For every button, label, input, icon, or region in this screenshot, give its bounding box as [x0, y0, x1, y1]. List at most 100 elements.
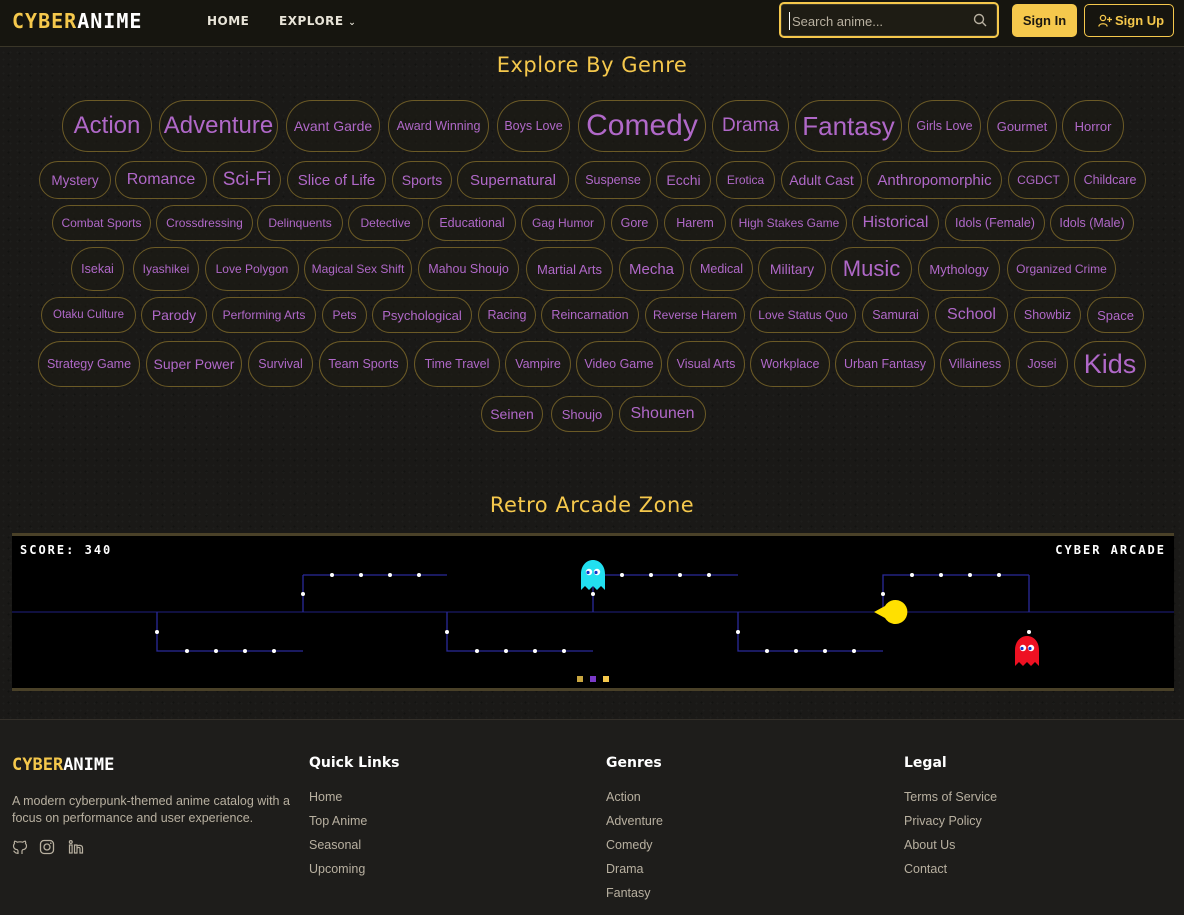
genre-pill[interactable]: Idols (Female) [945, 205, 1045, 241]
genre-pill[interactable]: Fantasy [795, 100, 902, 152]
footer-logo[interactable]: CYBERANIME [12, 755, 114, 775]
nav-explore[interactable]: EXPLORE ⌄ [279, 14, 356, 28]
footer-link[interactable]: Home [309, 790, 342, 804]
genre-pill[interactable]: CGDCT [1008, 161, 1069, 199]
genre-pill[interactable]: Girls Love [908, 100, 981, 152]
sign-in-button[interactable]: Sign In [1012, 4, 1077, 37]
sign-up-button[interactable]: Sign Up [1084, 4, 1174, 37]
genre-pill[interactable]: Survival [248, 341, 313, 387]
genre-pill[interactable]: High Stakes Game [731, 205, 847, 241]
genre-pill[interactable]: Samurai [862, 297, 929, 333]
footer-link[interactable]: Seasonal [309, 838, 361, 852]
footer-link[interactable]: Drama [606, 862, 644, 876]
genre-pill[interactable]: Performing Arts [212, 297, 316, 333]
footer-link[interactable]: About Us [904, 838, 955, 852]
genre-pill[interactable]: Time Travel [414, 341, 500, 387]
linkedin-icon[interactable] [68, 839, 84, 855]
genre-pill[interactable]: Harem [664, 205, 726, 241]
genre-pill[interactable]: Pets [322, 297, 367, 333]
search-icon[interactable] [973, 13, 987, 27]
github-icon[interactable] [12, 839, 28, 855]
genre-pill[interactable]: Otaku Culture [41, 297, 136, 333]
search-input[interactable] [789, 12, 969, 30]
genre-pill[interactable]: Organized Crime [1007, 247, 1116, 291]
genre-pill[interactable]: Josei [1016, 341, 1068, 387]
genre-pill[interactable]: Reincarnation [541, 297, 639, 333]
footer-link[interactable]: Adventure [606, 814, 663, 828]
genre-pill[interactable]: Video Game [576, 341, 662, 387]
genre-pill[interactable]: Sports [392, 161, 452, 199]
genre-pill[interactable]: Medical [690, 247, 753, 291]
genre-pill[interactable]: Super Power [146, 341, 242, 387]
genre-pill[interactable]: Gore [611, 205, 658, 241]
arcade-game[interactable]: SCORE: 340 CYBER ARCADE [12, 533, 1174, 691]
genre-pill[interactable]: Comedy [578, 100, 706, 152]
instagram-icon[interactable] [39, 839, 55, 855]
footer-link[interactable]: Fantasy [606, 886, 650, 900]
footer-link[interactable]: Upcoming [309, 862, 365, 876]
genre-pill[interactable]: Anthropomorphic [867, 161, 1002, 199]
footer-link[interactable]: Privacy Policy [904, 814, 982, 828]
genre-pill[interactable]: Adult Cast [781, 161, 862, 199]
genre-pill[interactable]: Magical Sex Shift [304, 247, 412, 291]
genre-pill[interactable]: Parody [141, 297, 207, 333]
genre-pill[interactable]: Childcare [1074, 161, 1146, 199]
genre-pill[interactable]: Mythology [918, 247, 1000, 291]
genre-pill[interactable]: Military [758, 247, 826, 291]
genre-pill[interactable]: Mecha [619, 247, 684, 291]
genre-pill[interactable]: Gourmet [987, 100, 1057, 152]
genre-pill[interactable]: Suspense [575, 161, 651, 199]
genre-pill[interactable]: Sci-Fi [213, 161, 281, 199]
genre-pill[interactable]: Drama [712, 100, 789, 152]
genre-pill[interactable]: Combat Sports [52, 205, 151, 241]
genre-pill[interactable]: Idols (Male) [1050, 205, 1134, 241]
genre-pill[interactable]: Mahou Shoujo [418, 247, 519, 291]
footer-link[interactable]: Top Anime [309, 814, 367, 828]
genre-pill[interactable]: Team Sports [319, 341, 408, 387]
genre-pill[interactable]: Avant Garde [286, 100, 380, 152]
genre-pill[interactable]: Ecchi [656, 161, 711, 199]
genre-pill[interactable]: Crossdressing [156, 205, 253, 241]
genre-pill[interactable]: Slice of Life [287, 161, 386, 199]
genre-pill[interactable]: Reverse Harem [645, 297, 745, 333]
genre-pill[interactable]: Strategy Game [38, 341, 140, 387]
genre-pill[interactable]: Detective [348, 205, 423, 241]
genre-pill[interactable]: Martial Arts [526, 247, 613, 291]
genre-pill[interactable]: Isekai [71, 247, 124, 291]
genre-pill[interactable]: Seinen [481, 396, 543, 432]
genre-pill[interactable]: Psychological [372, 297, 472, 333]
genre-pill[interactable]: School [935, 297, 1008, 333]
genre-pill[interactable]: Racing [478, 297, 536, 333]
genre-pill[interactable]: Gag Humor [521, 205, 605, 241]
site-logo[interactable]: CYBERANIME [12, 9, 142, 33]
genre-pill[interactable]: Kids [1074, 341, 1146, 387]
genre-pill[interactable]: Boys Love [497, 100, 570, 152]
genre-pill[interactable]: Iyashikei [133, 247, 199, 291]
genre-pill[interactable]: Shounen [619, 396, 706, 432]
genre-pill[interactable]: Erotica [716, 161, 775, 199]
genre-pill[interactable]: Award Winning [388, 100, 489, 152]
footer-link[interactable]: Action [606, 790, 641, 804]
genre-pill[interactable]: Space [1087, 297, 1144, 333]
genre-pill[interactable]: Action [62, 100, 152, 152]
genre-pill[interactable]: Love Status Quo [750, 297, 856, 333]
footer-link[interactable]: Contact [904, 862, 947, 876]
footer-link[interactable]: Comedy [606, 838, 653, 852]
genre-pill[interactable]: Delinquents [257, 205, 343, 241]
nav-home[interactable]: HOME [207, 14, 249, 28]
genre-pill[interactable]: Workplace [750, 341, 830, 387]
genre-pill[interactable]: Romance [115, 161, 207, 199]
genre-pill[interactable]: Supernatural [457, 161, 569, 199]
genre-pill[interactable]: Villainess [940, 341, 1010, 387]
genre-pill[interactable]: Vampire [505, 341, 571, 387]
genre-pill[interactable]: Educational [428, 205, 516, 241]
genre-pill[interactable]: Historical [852, 205, 939, 241]
genre-pill[interactable]: Adventure [159, 100, 278, 152]
genre-pill[interactable]: Horror [1062, 100, 1124, 152]
genre-pill[interactable]: Visual Arts [667, 341, 745, 387]
genre-pill[interactable]: Mystery [39, 161, 111, 199]
genre-pill[interactable]: Showbiz [1014, 297, 1081, 333]
genre-pill[interactable]: Urban Fantasy [835, 341, 935, 387]
genre-pill[interactable]: Music [831, 247, 912, 291]
footer-link[interactable]: Terms of Service [904, 790, 997, 804]
